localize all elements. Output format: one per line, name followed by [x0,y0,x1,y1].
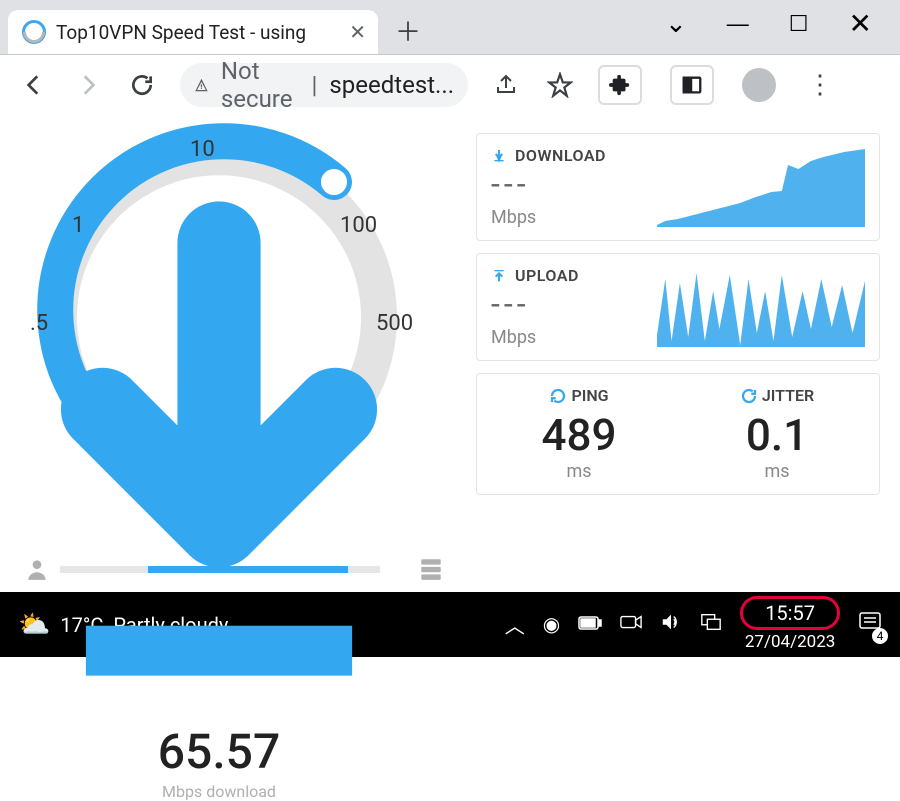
tray-sync-icon[interactable]: ◉ [543,612,560,636]
ping-icon [549,387,567,405]
download-card: DOWNLOAD --- Mbps [476,133,880,241]
speed-gauge: 0 .5 1 10 100 500 1000+ 65.57 Mbps downl… [14,133,424,463]
jitter-cell: JITTER 0.1 ms [683,386,871,482]
tray-camera-icon[interactable] [620,612,642,636]
upload-label: UPLOAD [515,266,579,285]
ping-unit: ms [485,461,673,482]
download-icon [491,148,507,164]
extensions-button[interactable] [598,65,642,105]
upload-icon [491,268,507,284]
address-bar[interactable]: Not secure | speedtest... [180,63,468,107]
gauge-tick-4: 100 [340,213,377,238]
close-window-icon[interactable]: ✕ [849,7,872,40]
ping-label: PING [571,386,608,405]
site-favicon-icon [22,20,46,44]
forward-button[interactable] [72,69,104,101]
user-icon[interactable] [24,556,50,582]
tray-chevron-icon[interactable]: ︿ [505,610,525,639]
gauge-caption: Mbps download [14,782,424,801]
maximize-icon[interactable]: ☐ [789,11,809,37]
upload-card: UPLOAD --- Mbps [476,253,880,361]
ping-value: 489 [485,409,673,461]
notification-button[interactable]: 4 [858,611,882,638]
upload-sparkline [657,267,865,347]
notification-badge: 4 [872,628,888,644]
not-secure-icon [194,74,209,96]
menu-icon[interactable]: ⋮ [804,69,836,101]
upload-unit: Mbps [491,327,641,348]
jitter-icon [740,387,758,405]
clock-date: 27/04/2023 [740,632,840,652]
profile-avatar-icon[interactable] [742,68,776,102]
jitter-value: 0.1 [683,409,871,461]
gauge-tick-3: 10 [190,137,215,162]
gauge-tick-2: 1 [72,213,84,238]
browser-toolbar: Not secure | speedtest... ⋮ [0,55,900,115]
jitter-unit: ms [683,461,871,482]
tab-title: Top10VPN Speed Test - using [56,21,306,44]
ping-cell: PING 489 ms [485,386,673,482]
download-label: DOWNLOAD [515,146,606,165]
url-text: speedtest... [329,71,454,99]
minimize-icon[interactable]: — [727,11,749,37]
gauge-speed-value: 65.57 [14,723,424,780]
download-arrow-icon [14,243,424,709]
download-value: --- [491,165,641,203]
clock-time: 15:57 [740,596,840,630]
tray-volume-icon[interactable] [660,612,682,637]
refresh-button[interactable] [126,69,158,101]
tray-battery-icon[interactable] [578,612,602,636]
tray-network-icon[interactable] [700,612,722,637]
back-button[interactable] [18,69,50,101]
bookmark-icon[interactable] [544,69,576,101]
user-server-bar [24,556,444,582]
server-icon[interactable] [418,556,444,582]
browser-tab[interactable]: Top10VPN Speed Test - using ✕ [8,10,378,54]
browser-titlebar: Top10VPN Speed Test - using ✕ ＋ ⌄ — ☐ ✕ [0,0,900,55]
jitter-label: JITTER [762,386,814,405]
dropdown-icon[interactable]: ⌄ [665,8,687,39]
security-label: Not secure [221,57,300,113]
sidepanel-button[interactable] [670,65,714,105]
upload-value: --- [491,285,641,323]
download-sparkline [657,147,865,227]
new-tab-button[interactable]: ＋ [388,10,428,50]
download-unit: Mbps [491,207,641,228]
taskbar-clock[interactable]: 15:57 27/04/2023 [740,596,840,652]
share-icon[interactable] [490,69,522,101]
page-content: 0 .5 1 10 100 500 1000+ 65.57 Mbps downl… [0,115,900,592]
close-tab-icon[interactable]: ✕ [349,20,366,44]
